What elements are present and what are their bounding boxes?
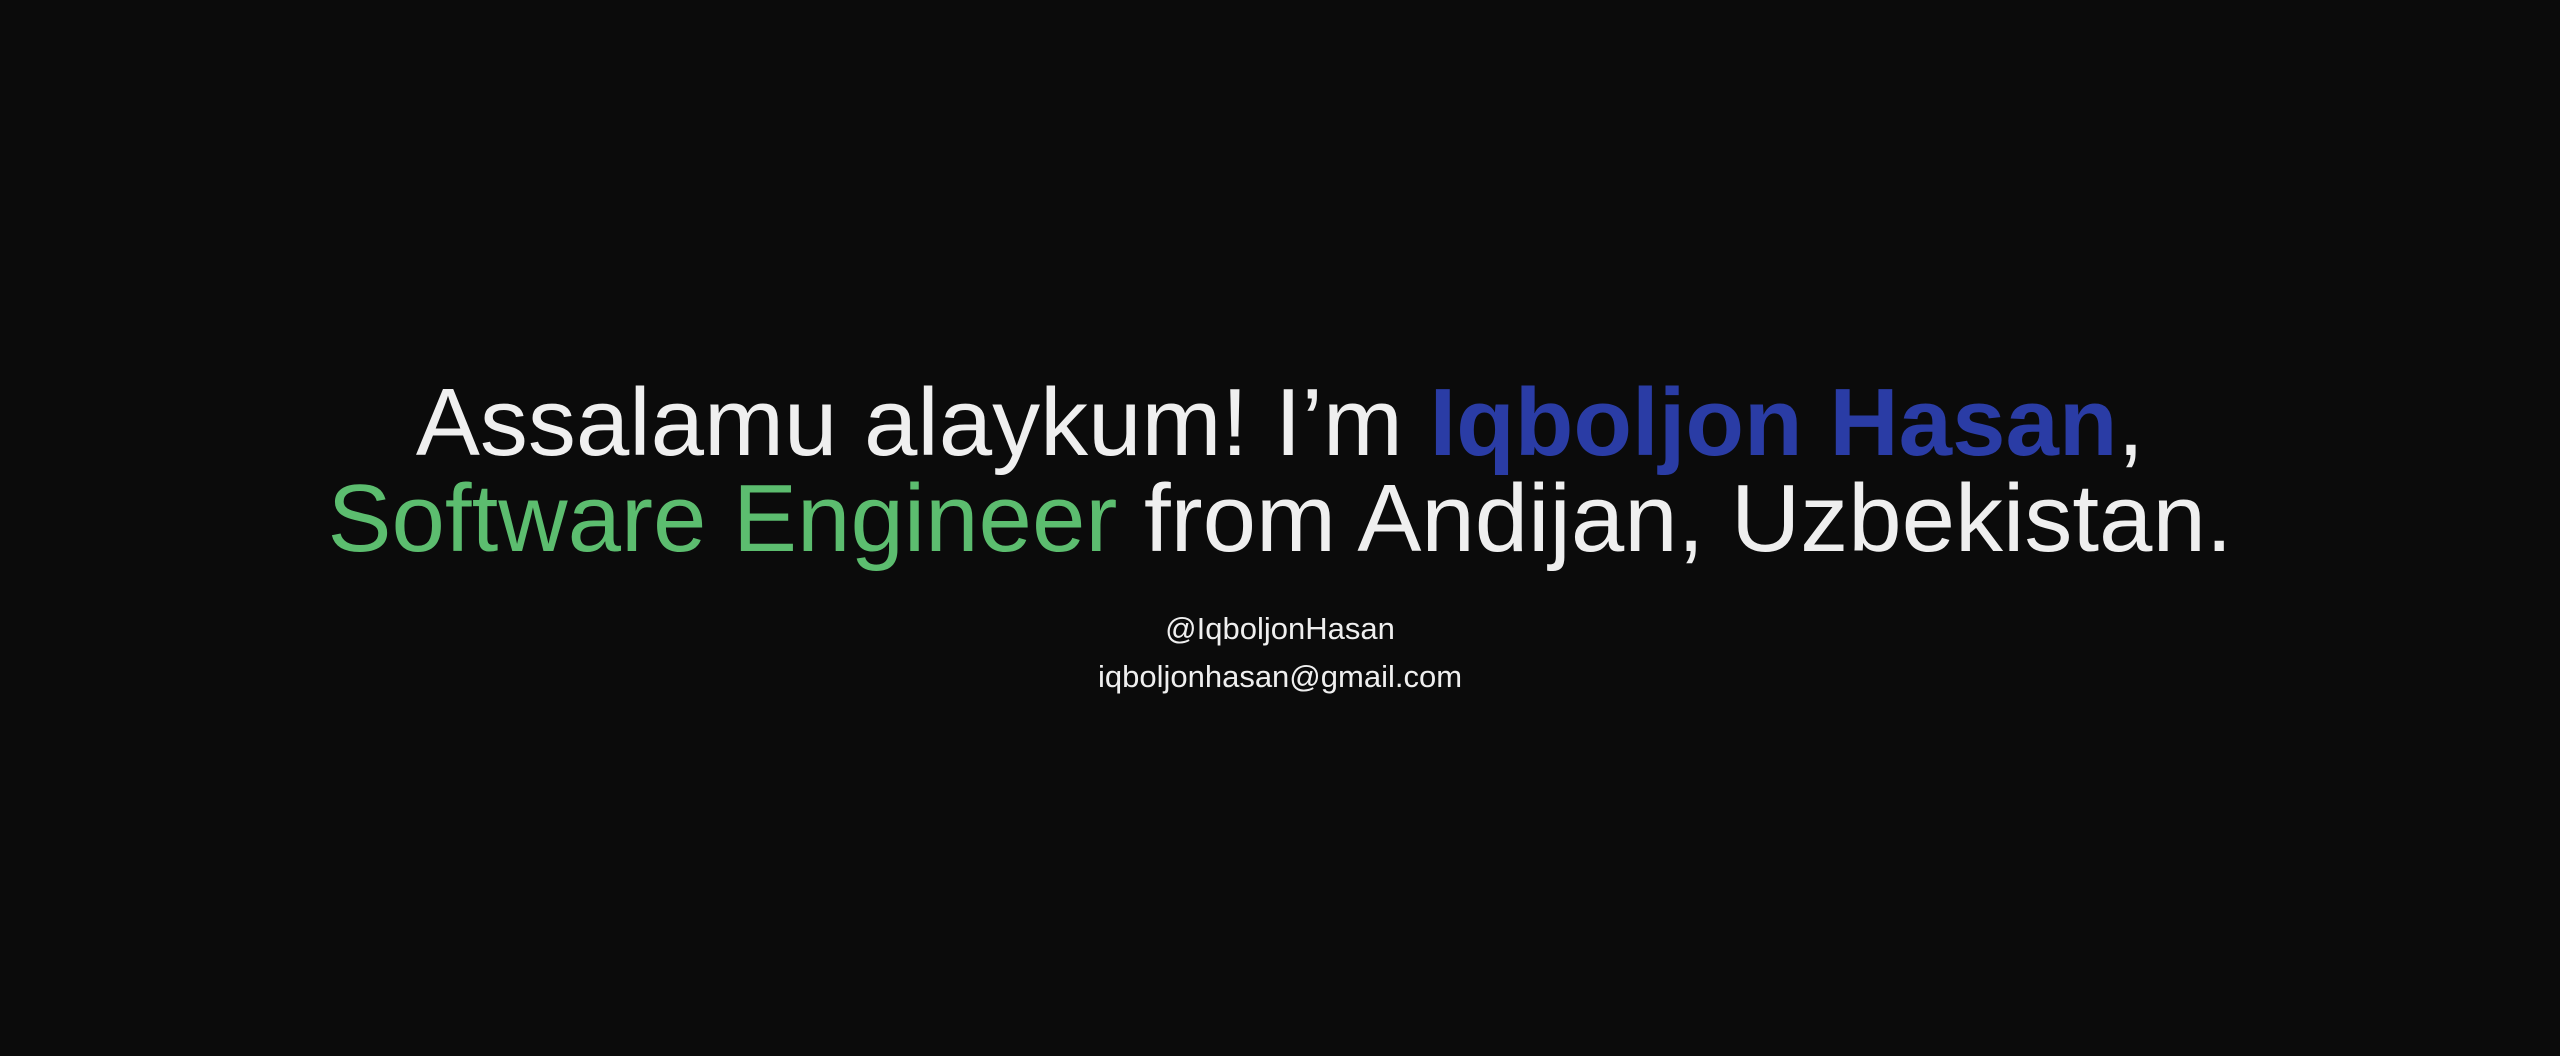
author-name: Iqboljon Hasan bbox=[1429, 369, 2118, 476]
social-handle-link[interactable]: @IqboljonHasan bbox=[0, 605, 2560, 653]
location-text: from Andijan, Uzbekistan. bbox=[1117, 465, 2233, 572]
contact-links: @IqboljonHasan iqboljonhasan@gmail.com bbox=[0, 605, 2560, 701]
headline-line-1: Assalamu alaykum! I’m Iqboljon Hasan, bbox=[416, 369, 2144, 476]
job-title: Software Engineer bbox=[327, 465, 1118, 572]
page: Assalamu alaykum! I’m Iqboljon Hasan, So… bbox=[0, 0, 2560, 1056]
name-comma: , bbox=[2117, 369, 2145, 476]
greeting-text: Assalamu alaykum! I’m bbox=[415, 369, 1430, 476]
headline-line-2: Software Engineer from Andijan, Uzbekist… bbox=[328, 465, 2233, 572]
intro-section: Assalamu alaykum! I’m Iqboljon Hasan, So… bbox=[0, 375, 2560, 701]
email-link[interactable]: iqboljonhasan@gmail.com bbox=[0, 653, 2560, 701]
headline: Assalamu alaykum! I’m Iqboljon Hasan, So… bbox=[0, 375, 2560, 567]
